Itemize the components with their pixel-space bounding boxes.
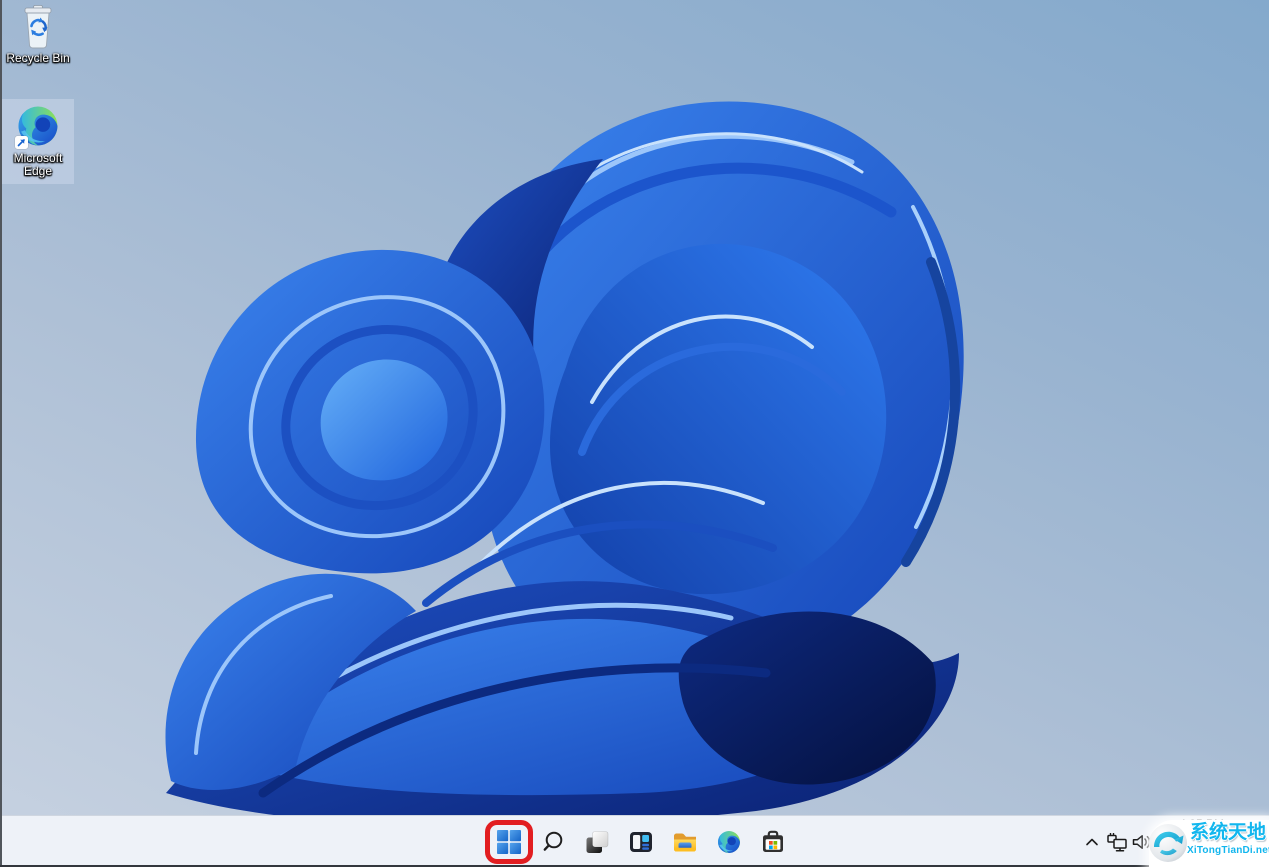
tray-chevron-button[interactable] — [1080, 830, 1104, 854]
store-button[interactable] — [751, 820, 795, 864]
magnifier-icon — [543, 831, 563, 851]
watermark-title: 系统天地 — [1189, 822, 1266, 843]
desktop-icon-recycle-bin[interactable]: Recycle Bin — [2, 3, 74, 65]
chevron-up-icon — [1086, 838, 1098, 846]
desktop-icon-microsoft-edge[interactable]: Microsoft Edge — [2, 99, 74, 184]
site-watermark: 系统天地 XiTongTianDi.net — [1149, 820, 1269, 867]
file-explorer-button[interactable] — [663, 820, 707, 864]
taskbar — [0, 815, 1269, 867]
recycle-bin-label: Recycle Bin — [6, 51, 70, 65]
start-button[interactable] — [487, 820, 531, 864]
ethernet-monitor-icon — [1107, 833, 1127, 852]
task-view-button[interactable] — [575, 820, 619, 864]
desktop[interactable]: Recycle Bin Microsoft Edge 系统天地 XiTongTi… — [0, 0, 1269, 867]
screenshot-left-border — [0, 0, 2, 867]
taskbar-center-group — [487, 820, 795, 864]
yellow-folder-icon — [674, 833, 696, 852]
edge-icon — [718, 831, 740, 853]
widgets-board-icon — [630, 832, 652, 852]
network-tray-button[interactable] — [1105, 830, 1129, 854]
bloom-wallpaper-image — [165, 101, 964, 827]
edge-taskbar-button[interactable] — [707, 820, 751, 864]
watermark-subtitle: XiTongTianDi.net — [1187, 845, 1269, 856]
windows-logo-icon — [497, 830, 521, 854]
search-button[interactable] — [531, 820, 575, 864]
recycle-bin-icon — [24, 5, 52, 49]
microsoft-edge-label: Microsoft Edge — [13, 151, 63, 178]
overlapping-squares-icon — [586, 831, 609, 853]
widgets-button[interactable] — [619, 820, 663, 864]
shortcut-arrow-icon — [15, 136, 28, 149]
watermark-swirl-logo-icon — [1146, 821, 1190, 865]
shopping-bag-icon — [763, 830, 783, 852]
